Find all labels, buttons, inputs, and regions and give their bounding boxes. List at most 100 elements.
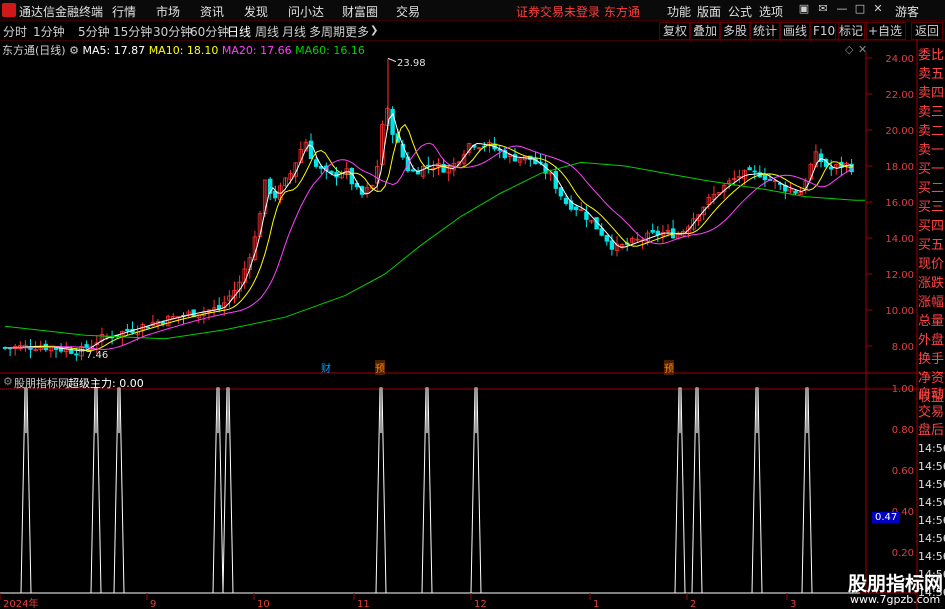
menu-wealth[interactable]: 财富圈 (342, 3, 378, 20)
marker-forecast-1[interactable]: 预 (375, 360, 385, 375)
toolbar-mark[interactable]: 标记 (835, 22, 868, 40)
candle-body (599, 228, 604, 236)
indicator-current-value: 0.47 (872, 512, 901, 523)
maximize-icon[interactable]: □ (853, 2, 867, 16)
candle-body (390, 108, 395, 135)
period-5min[interactable]: 5分钟 (78, 23, 110, 40)
period-more[interactable]: 更多 (345, 23, 369, 40)
high-pointer (387, 57, 397, 63)
period-15min[interactable]: 15分钟 (113, 23, 152, 40)
menu-options[interactable]: 选项 (759, 3, 783, 20)
period-monthly[interactable]: 月线 (282, 23, 306, 40)
diamond-icon[interactable]: ◇ (845, 43, 853, 56)
candle-body (650, 229, 655, 233)
candle-body (410, 169, 416, 172)
candle-body (125, 328, 130, 332)
toolbar-stats[interactable]: 统计 (749, 22, 782, 40)
menu-layout[interactable]: 版面 (697, 3, 721, 20)
chart-area[interactable]: 24.0022.0020.0018.0016.0014.0012.0010.00… (0, 40, 945, 609)
chevron-right-icon[interactable]: ❯ (370, 25, 378, 36)
indicator-title: 股朋指标网 (14, 377, 69, 390)
menu-trade[interactable]: 交易 (396, 3, 420, 20)
mail-icon[interactable]: ✉ (816, 2, 830, 16)
menu-market[interactable]: 市场 (156, 3, 180, 20)
toolbar-add-watchlist[interactable]: +自选 (864, 22, 907, 40)
close-icon[interactable]: ✕ (871, 2, 885, 16)
quote-side-panel: 委比 卖五 卖四 卖三 卖二 卖一 买一 买二 买三 买四 买五 现价 涨跌 涨幅 总量 外盘 换手 净资 收益 (918, 46, 945, 407)
x-tick-label: 2 (690, 599, 696, 609)
side-quote-label: 涨幅 (918, 295, 945, 310)
period-30min[interactable]: 30分钟 (153, 23, 192, 40)
watermark-title: 股朋指标网 (848, 573, 944, 595)
y-tick-label: 16.00 (885, 198, 914, 209)
toolbar-back[interactable]: 返回 (911, 22, 944, 40)
marker-finance[interactable]: 财 (321, 360, 331, 375)
ma20-line (5, 142, 854, 350)
period-intraday[interactable]: 分时 (3, 23, 27, 40)
side-trade-label: 盘后 (918, 423, 945, 438)
indicator-settings-icon[interactable]: ⚙ (3, 375, 13, 388)
ma5-line (5, 112, 854, 352)
candle-body (747, 167, 752, 171)
side-quote-label: 买四 (918, 219, 945, 234)
side-trade-label: 14:56 (918, 442, 945, 455)
period-60min[interactable]: 60分钟 (190, 23, 229, 40)
period-1min[interactable]: 1分钟 (33, 23, 65, 40)
side-quote-label: 委比 (918, 48, 945, 63)
side-quote-label: 卖一 (918, 143, 945, 158)
candle-body (313, 159, 319, 167)
skin-icon[interactable]: ▣ (797, 2, 811, 16)
watermark-url: www.7gpzb.com (850, 593, 941, 606)
menu-formula[interactable]: 公式 (728, 3, 752, 20)
candle-body (793, 190, 798, 194)
toolbar-restore-rights[interactable]: 复权 (659, 22, 692, 40)
period-weekly[interactable]: 周线 (255, 23, 279, 40)
period-daily[interactable]: 日线 (227, 23, 251, 40)
menu-news[interactable]: 资讯 (200, 3, 224, 20)
period-multi[interactable]: 多周期 (309, 23, 345, 40)
side-quote-label: 外盘 (918, 333, 945, 348)
candle-body (762, 174, 768, 181)
settings-icon[interactable]: ⚙ (69, 44, 79, 57)
candle-body (308, 140, 314, 159)
candle-body (74, 353, 79, 356)
y-tick-label: 18.00 (885, 162, 914, 173)
side-quote-label: 买一 (918, 162, 945, 177)
panel-close-icon[interactable]: ✕ (858, 43, 867, 56)
candle-body (69, 349, 74, 354)
side-quote-label: 卖四 (918, 86, 945, 101)
indicator-y-tick: 0.20 (892, 548, 914, 559)
ma-legend: 东方通(日线) ⚙ MA5: 17.87 MA10: 18.10 MA20: 1… (2, 42, 365, 58)
marker-forecast-2[interactable]: 预 (664, 360, 674, 375)
menu-function[interactable]: 功能 (667, 3, 691, 20)
x-tick-label: 12 (474, 599, 487, 609)
candle-body (558, 187, 564, 197)
menu-quotes[interactable]: 行情 (112, 3, 136, 20)
y-tick-label: 20.00 (885, 126, 914, 137)
candle-body (584, 211, 589, 220)
guest-label[interactable]: 游客 (895, 3, 919, 20)
minimize-icon[interactable]: — (835, 2, 849, 16)
menu-discover[interactable]: 发现 (244, 3, 268, 20)
side-trade-label: 14:56 (918, 460, 945, 473)
side-quote-label: 换手 (918, 352, 945, 367)
toolbar-multi-stock[interactable]: 多股 (719, 22, 752, 40)
menu-ask[interactable]: 问小达 (288, 3, 324, 20)
toolbar-overlay[interactable]: 叠加 (689, 22, 722, 40)
ma60-value: MA60: 16.16 (295, 44, 365, 57)
login-notice[interactable]: 证券交易未登录 东方通 (516, 3, 640, 20)
y-tick-label: 22.00 (885, 90, 914, 101)
ma60-line (4, 161, 865, 340)
candle-body (752, 170, 757, 173)
side-trade-label: 14:56 (918, 496, 945, 509)
candle-body (609, 240, 615, 250)
side-trade-label: 14:56 (918, 514, 945, 527)
x-tick-label: 9 (150, 599, 156, 609)
toolbar-draw[interactable]: 画线 (779, 22, 812, 40)
ma10-line (5, 123, 854, 351)
y-tick-label: 14.00 (885, 234, 914, 245)
stock-name: 东方通(日线) (2, 44, 66, 57)
x-tick-label: 11 (357, 599, 370, 609)
watermark: 股朋指标网 www.7gpzb.com (824, 566, 945, 609)
x-tick-label: 3 (790, 599, 796, 609)
